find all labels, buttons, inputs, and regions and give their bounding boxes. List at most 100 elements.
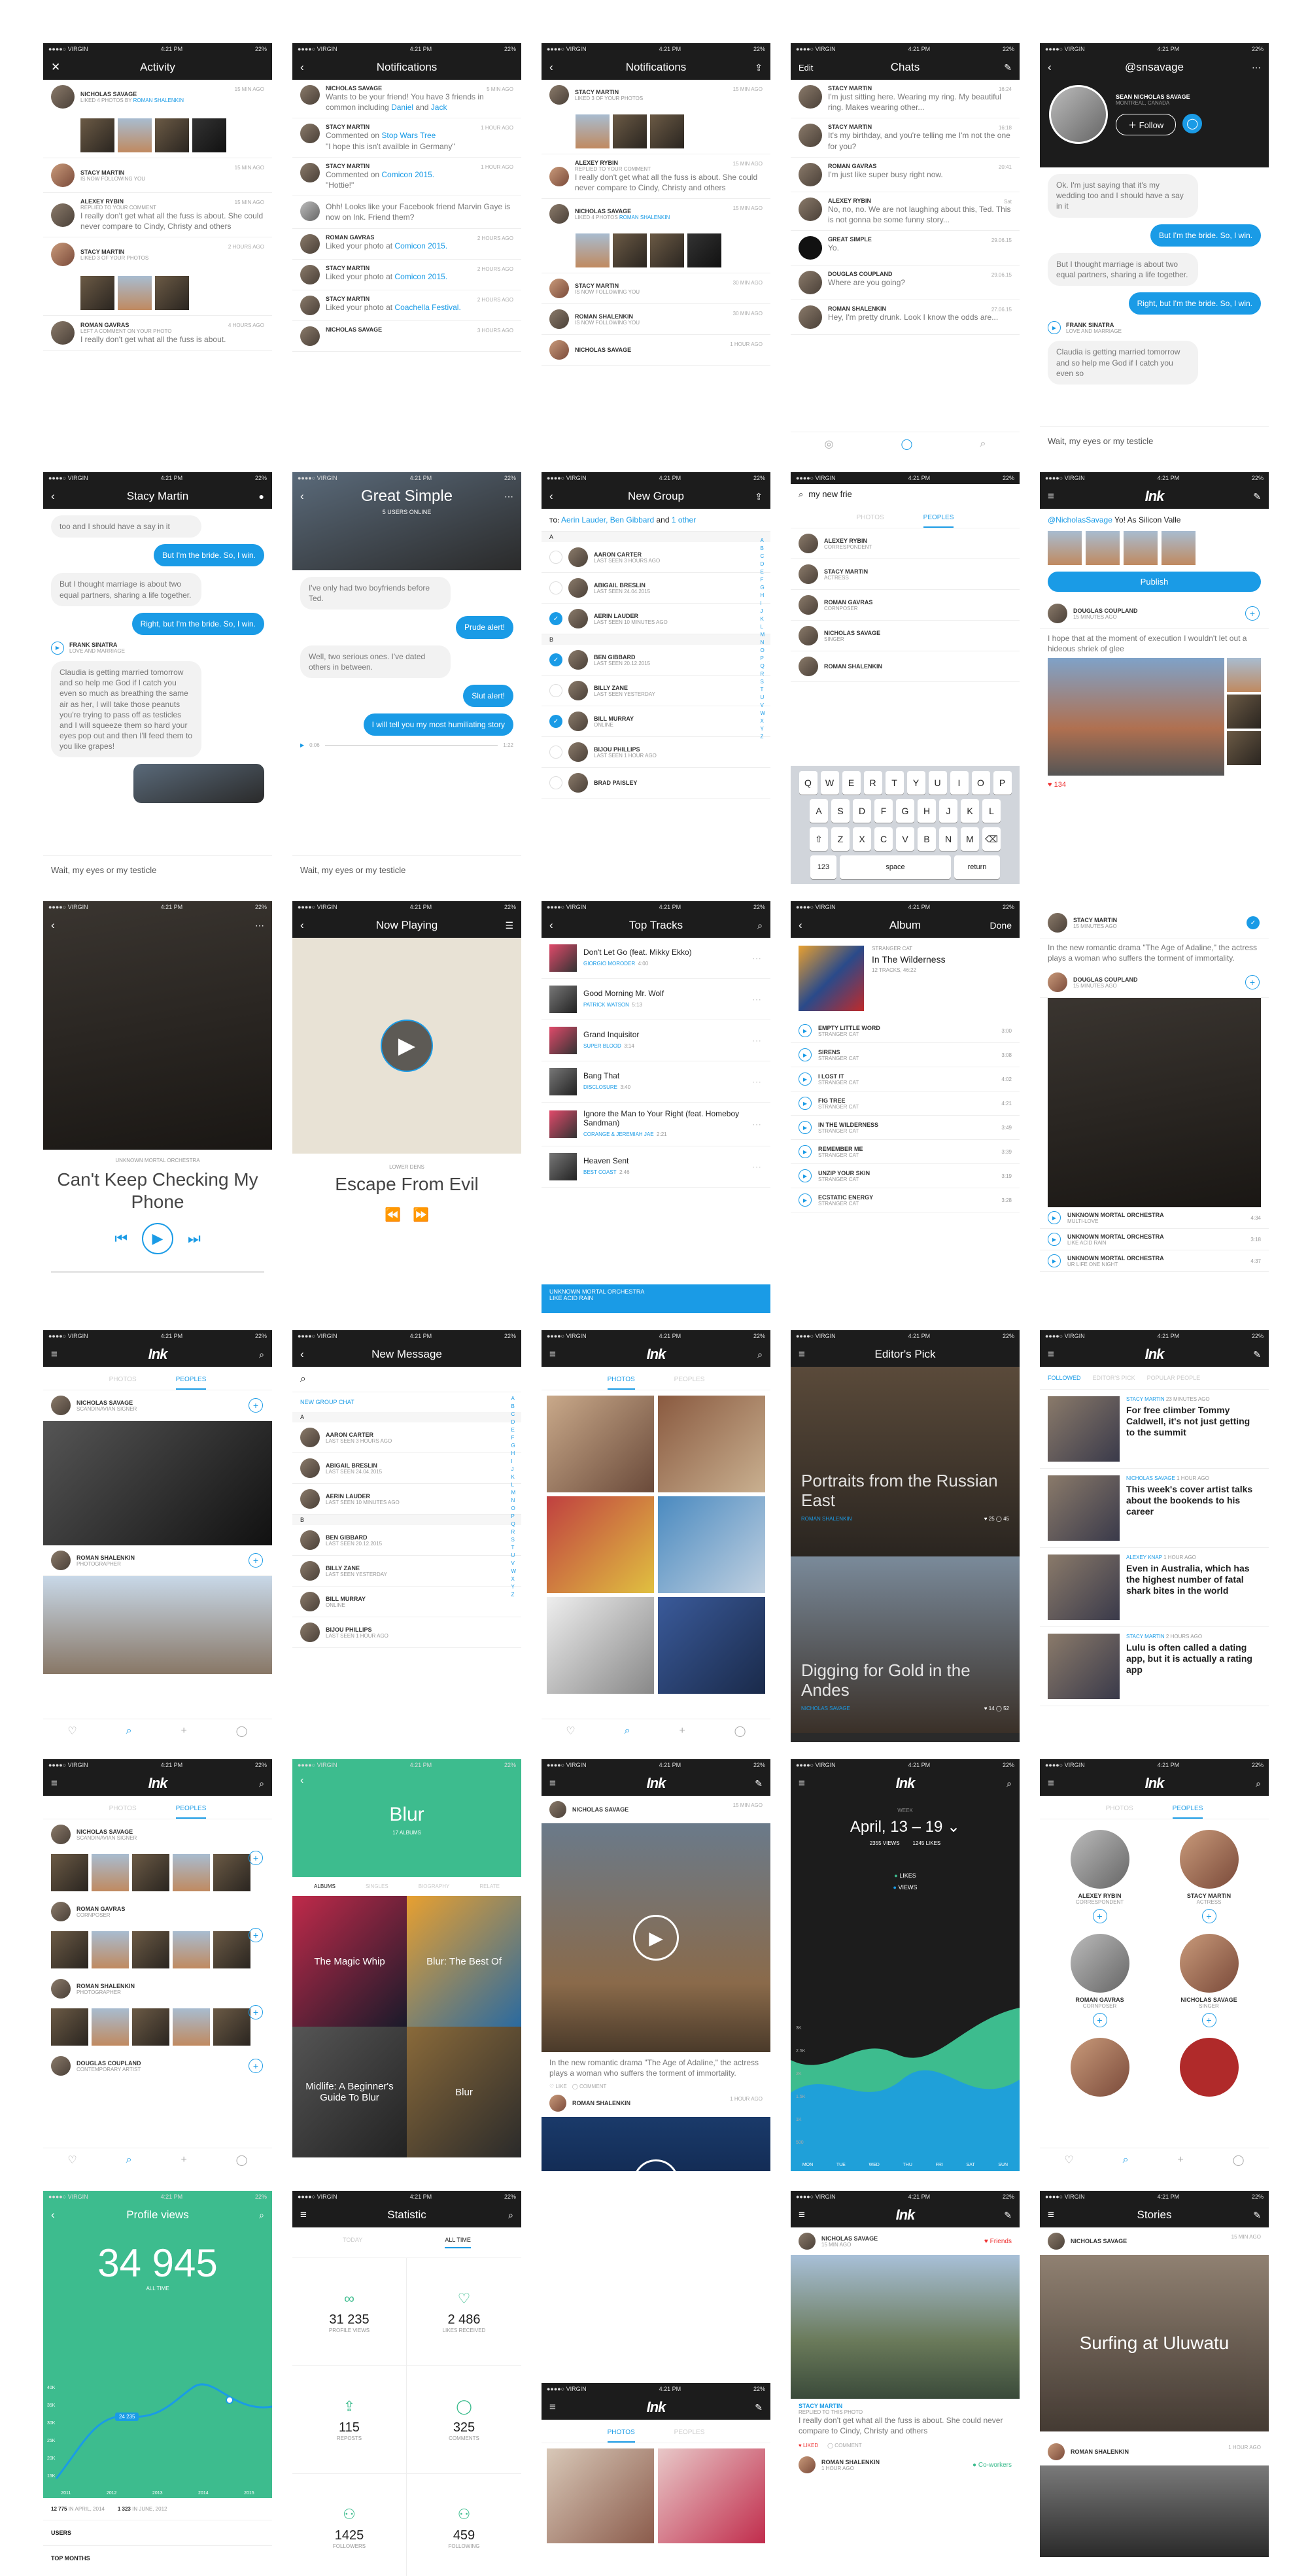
person-row[interactable]: ROMAN SHALENKIN PHOTOGRAPHER + [43, 1974, 272, 2051]
search-result[interactable]: STACY MARTIN ACTRESS [791, 559, 1020, 590]
follow-button[interactable]: + [249, 1928, 263, 1942]
contact-row[interactable]: BEN GIBBARD LAST SEEN 20.12.2015 [292, 1525, 521, 1556]
forward-icon[interactable]: ⏩ [413, 1207, 429, 1223]
playlist-icon[interactable]: ☰ [505, 920, 513, 931]
more-icon[interactable]: ⋯ [1252, 62, 1261, 73]
person-photo[interactable] [43, 1576, 272, 1674]
notification-item[interactable]: STACY MARTIN Liked your photo at Coachell… [292, 290, 521, 321]
person-row[interactable]: ROMAN GAVRAS CORNPOSER + [43, 1897, 272, 1974]
plus-icon[interactable]: + [181, 1725, 186, 1737]
key[interactable]: R [863, 771, 882, 795]
checkbox[interactable]: ✓ [549, 715, 562, 728]
person-row[interactable]: DOUGLAS COUPLAND CONTEMPORARY ARTIST + [43, 2051, 272, 2081]
follow-button[interactable]: + [1201, 2013, 1216, 2027]
contact-row[interactable]: ABIGAIL BRESLIN LAST SEEN 24.04.2015 [292, 1453, 521, 1484]
story-card[interactable]: Surfing at Uluwatu [1040, 2255, 1269, 2431]
key[interactable]: S [831, 799, 850, 823]
key[interactable]: K [961, 799, 979, 823]
track-row[interactable]: Grand Inquisitor SUPER BLOOD 3:14 ⋯ [542, 1020, 770, 1061]
album-tile[interactable]: Midlife: A Beginner's Guide To Blur [292, 2027, 407, 2157]
chat-icon[interactable]: ◯ [734, 1725, 746, 1738]
person-row[interactable]: NICHOLAS SAVAGE SCANDINAVIAN SIGNER + [43, 1390, 272, 1421]
track-row[interactable]: ▶ IN THE WILDERNESS STRANGER CAT 3:49 [791, 1116, 1020, 1140]
top-months-row[interactable]: TOP MONTHS [43, 2546, 272, 2571]
close-icon[interactable]: ✕ [51, 61, 60, 74]
person-card[interactable]: NICHOLAS SAVAGE SINGER + [1160, 1934, 1258, 2027]
search-result[interactable]: ROMAN SHALENKIN [791, 651, 1020, 682]
more-icon[interactable]: ⋯ [752, 994, 761, 1005]
compose-input[interactable]: @NicholasSavage Yo! As Silicon Valle [1040, 509, 1269, 531]
comment-button[interactable]: ◯ COMMENT [572, 2084, 607, 2089]
notification-item[interactable]: NICHOLAS SAVAGE 1 HOUR AGO [542, 335, 770, 366]
compose-icon[interactable]: ✎ [1253, 2210, 1261, 2221]
follow-button[interactable]: + [1092, 2013, 1107, 2027]
key[interactable]: D [853, 799, 871, 823]
prev-icon[interactable]: ⏮ [114, 1230, 128, 1247]
key[interactable]: Z [831, 827, 850, 851]
chat-icon[interactable]: ◯ [236, 2154, 248, 2167]
chat-item[interactable]: ROMAN SHALENKIN Hey, I'm pretty drunk. Lo… [791, 300, 1020, 335]
attached-photo[interactable] [1162, 531, 1196, 565]
checkbox[interactable] [549, 776, 562, 789]
key[interactable]: H [918, 799, 936, 823]
article-row[interactable]: NICHOLAS SAVAGE 1 HOUR AGO This week's co… [1040, 1469, 1269, 1548]
chat-icon[interactable]: ◯ [1233, 2154, 1245, 2167]
follow-button[interactable]: + [1245, 606, 1260, 621]
story-card[interactable] [1040, 2465, 1269, 2557]
key[interactable]: L [982, 799, 1001, 823]
back-icon[interactable]: ‹ [51, 919, 55, 932]
key[interactable]: J [939, 799, 957, 823]
grid-photo[interactable] [547, 1396, 654, 1492]
tab-peoples[interactable]: PEOPLES [923, 514, 954, 528]
track-row[interactable]: ▶ FIG TREE STRANGER CAT 4:21 [791, 1091, 1020, 1116]
message-input[interactable]: Wait, my eyes or my testicle [292, 855, 521, 884]
chat-item[interactable]: ROMAN GAVRAS I'm just like super busy rig… [791, 158, 1020, 192]
grid-photo[interactable] [547, 1496, 654, 1593]
plus-icon[interactable]: + [1177, 2154, 1183, 2166]
checkbox[interactable]: ✓ [549, 612, 562, 625]
grid-photo[interactable] [658, 1597, 765, 1694]
search-icon[interactable]: ⌕ [259, 1778, 264, 1789]
key[interactable]: M [961, 827, 979, 851]
contact-row[interactable]: BILL MURRAY ONLINE [292, 1587, 521, 1617]
photo-thumb[interactable] [92, 1931, 129, 1968]
article-row[interactable]: STACY MARTIN 2 HOURS AGO Lulu is often ca… [1040, 1627, 1269, 1706]
grid-photo[interactable] [658, 1396, 765, 1492]
contact-row[interactable]: BILLY ZANE LAST SEEN YESTERDAY [292, 1556, 521, 1587]
back-icon[interactable]: ‹ [799, 919, 802, 932]
heart-icon[interactable]: ♡ [67, 2154, 77, 2167]
key[interactable]: F [874, 799, 893, 823]
tab[interactable]: FOLLOWED [1048, 1375, 1081, 1381]
photo-thumb[interactable] [173, 1854, 210, 1891]
play-icon[interactable]: ▶ [799, 1145, 812, 1158]
search-icon[interactable]: ⌕ [1256, 1778, 1261, 1789]
track-row[interactable]: ▶ I LOST IT STRANGER CAT 4:02 [791, 1067, 1020, 1091]
activity-item[interactable]: NICHOLAS SAVAGE LIKED 4 PHOTOS BY ROMAN S… [43, 80, 272, 158]
tab-photos[interactable]: PHOTOS [607, 2429, 635, 2443]
article-row[interactable]: ALEXEY KNAP 1 HOUR AGO Even in Australia,… [1040, 1548, 1269, 1627]
grid-photo[interactable] [547, 1597, 654, 1694]
attached-photo[interactable] [1086, 531, 1120, 565]
key[interactable]: B [918, 827, 936, 851]
play-icon[interactable]: ▶ [1048, 321, 1061, 335]
message-input[interactable]: Wait, my eyes or my testicle [1040, 426, 1269, 455]
plus-icon[interactable]: + [679, 1725, 685, 1737]
photo-thumb[interactable] [155, 276, 189, 311]
key[interactable]: I [950, 771, 969, 795]
notification-item[interactable]: NICHOLAS SAVAGE Wants to be your friend! … [292, 80, 521, 119]
checkbox[interactable] [549, 581, 562, 594]
photo-thumb[interactable] [80, 118, 114, 152]
notification-item[interactable]: STACY MARTIN Commented on Comicon 2015. "H… [292, 158, 521, 197]
search-result[interactable]: ALEXEY RYBIN CORRESPONDENT [791, 528, 1020, 559]
attached-photo[interactable] [1124, 531, 1158, 565]
done-button[interactable]: Done [990, 920, 1012, 931]
contact-row[interactable]: AERIN LAUDER LAST SEEN 10 MINUTES AGO [292, 1484, 521, 1515]
contact-row[interactable]: ABIGAIL BRESLIN LAST SEEN 24.04.2015 [542, 573, 770, 604]
shared-track[interactable]: ▶ FRANK SINATRA LOVE AND MARRIAGE [1048, 321, 1261, 335]
track-row[interactable]: Bang That DISCLOSURE 3:40 ⋯ [542, 1061, 770, 1103]
track-row[interactable]: ▶ ECSTATIC ENERGY STRANGER CAT 3:28 [791, 1188, 1020, 1212]
notification-item[interactable]: STACY MARTIN Liked your photo at Comicon … [292, 260, 521, 290]
key-123[interactable]: 123 [810, 855, 836, 879]
key-return[interactable]: return [954, 855, 1000, 879]
comment-button[interactable]: ◯ COMMENT [827, 2443, 862, 2448]
